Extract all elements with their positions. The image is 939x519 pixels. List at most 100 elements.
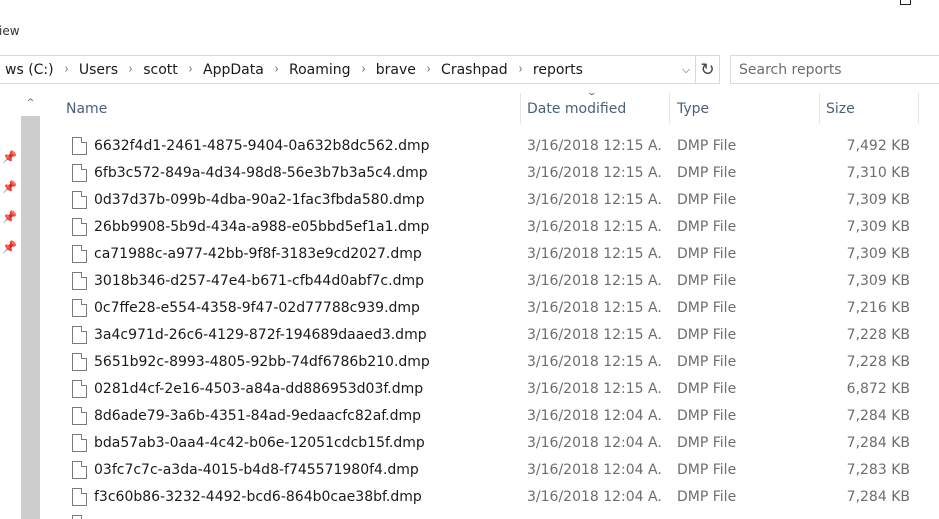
file-type: DMP File — [677, 381, 737, 397]
file-date-modified: 3/16/2018 12:04 A... — [527, 489, 662, 505]
file-icon — [72, 380, 87, 398]
file-name: 5651b92c-8993-4805-92bb-74df6786b210.dmp — [94, 354, 430, 370]
column-header-type[interactable]: Type — [671, 93, 819, 124]
file-name: 0281d4cf-2e16-4503-a84a-dd886953d03f.dmp — [94, 381, 424, 397]
file-icon — [72, 299, 87, 317]
file-size: 7,284 KB — [846, 489, 910, 505]
file-size: 7,310 KB — [846, 165, 910, 181]
file-row[interactable]: 8d6ade79-3a6b-4351-84ad-9edaacfc82af.dmp… — [60, 403, 920, 430]
file-size: 7,228 KB — [846, 327, 910, 343]
breadcrumb-roaming[interactable]: Roaming — [283, 62, 357, 78]
file-size: 7,492 KB — [846, 138, 910, 154]
file-date-modified: 3/16/2018 12:15 A... — [527, 246, 662, 262]
breadcrumb-drive[interactable]: ws (C:) — [0, 62, 60, 78]
column-header-date-modified[interactable]: Date modified — [521, 93, 669, 124]
ribbon-tab-view[interactable]: iew — [0, 24, 20, 38]
file-row[interactable]: 03fc7c7c-a3da-4015-b4d8-f745571980f4.dmp… — [60, 457, 920, 484]
file-date-modified: 3/16/2018 12:04 A... — [527, 462, 662, 478]
file-date-modified: 3/16/2018 12:15 A... — [527, 354, 662, 370]
file-type: DMP File — [677, 435, 737, 451]
file-date-modified: 3/16/2018 12:15 A... — [527, 300, 662, 316]
file-explorer-window: iew ws (C:) › Users › scott › AppData › … — [0, 0, 939, 519]
file-name: 26bb9908-5b9d-434a-a988-e05bbd5ef1a1.dmp — [94, 219, 430, 235]
refresh-icon[interactable]: ↻ — [695, 56, 719, 83]
file-date-modified: 3/16/2018 12:15 A... — [527, 381, 662, 397]
search-box[interactable] — [730, 55, 939, 84]
file-name: 3a4c971d-26c6-4129-872f-194689daaed3.dmp — [94, 327, 427, 343]
ribbon: iew — [0, 0, 939, 50]
breadcrumb-appdata[interactable]: AppData — [197, 62, 270, 78]
file-icon — [72, 326, 87, 344]
file-row[interactable]: 0c7ffe28-e554-4358-9f47-02d77788c939.dmp… — [60, 295, 920, 322]
breadcrumb-brave[interactable]: brave — [370, 62, 422, 78]
file-name: 0c7ffe28-e554-4358-9f47-02d77788c939.dmp — [94, 300, 420, 316]
file-name: 0d37d37b-099b-4dba-90a2-1fac3fbda580.dmp — [94, 192, 425, 208]
pin-icon[interactable]: 📌 — [2, 240, 17, 254]
file-row[interactable]: 6fb3c572-849a-4d34-98d8-56e3b7b3a5c4.dmp… — [60, 160, 920, 187]
file-size: 7,284 KB — [846, 408, 910, 424]
breadcrumb-separator-icon[interactable]: › — [62, 62, 71, 77]
file-date-modified: 3/16/2018 12:15 A... — [527, 192, 662, 208]
address-bar[interactable]: ws (C:) › Users › scott › AppData › Roam… — [0, 55, 720, 84]
file-type: DMP File — [677, 192, 737, 208]
file-date-modified: 3/16/2018 12:15 A... — [527, 165, 662, 181]
breadcrumb-separator-icon[interactable]: › — [126, 62, 135, 77]
breadcrumb-users[interactable]: Users — [73, 62, 124, 78]
file-type: DMP File — [677, 462, 737, 478]
file-icon — [72, 272, 87, 290]
file-size: 7,228 KB — [846, 354, 910, 370]
column-divider[interactable] — [918, 93, 919, 124]
breadcrumb-separator-icon[interactable]: › — [186, 62, 195, 77]
scroll-up-icon[interactable]: ^ — [21, 92, 40, 114]
file-icon — [72, 515, 87, 519]
file-row[interactable]: 0d37d37b-099b-4dba-90a2-1fac3fbda580.dmp… — [60, 187, 920, 214]
file-name: 8d6ade79-3a6b-4351-84ad-9edaacfc82af.dmp — [94, 408, 422, 424]
file-row[interactable]: f3c60b86-3232-4492-bcd6-864b0cae38bf.dmp… — [60, 484, 920, 511]
file-row[interactable] — [60, 511, 920, 519]
file-row[interactable]: bda57ab3-0aa4-4c42-b06e-12051cdcb15f.dmp… — [60, 430, 920, 457]
search-input[interactable] — [731, 56, 939, 83]
breadcrumb-scott[interactable]: scott — [137, 62, 184, 78]
file-type: DMP File — [677, 489, 737, 505]
file-date-modified: 3/16/2018 12:15 A... — [527, 327, 662, 343]
file-row[interactable]: 5651b92c-8993-4805-92bb-74df6786b210.dmp… — [60, 349, 920, 376]
file-row[interactable]: ca71988c-a977-42bb-9f8f-3183e9cd2027.dmp… — [60, 241, 920, 268]
file-icon — [72, 245, 87, 263]
breadcrumb-reports[interactable]: reports — [527, 62, 589, 78]
breadcrumb-separator-icon[interactable]: › — [424, 62, 433, 77]
file-size: 7,309 KB — [846, 273, 910, 289]
file-name: 6632f4d1-2461-4875-9404-0a632b8dc562.dmp — [94, 138, 430, 154]
file-row[interactable]: 6632f4d1-2461-4875-9404-0a632b8dc562.dmp… — [60, 133, 920, 160]
file-name: 3018b346-d257-47e4-b671-cfb44d0abf7c.dmp — [94, 273, 424, 289]
window-control-icon[interactable] — [900, 0, 911, 5]
file-type: DMP File — [677, 273, 737, 289]
breadcrumb-crashpad[interactable]: Crashpad — [435, 62, 514, 78]
breadcrumb-separator-icon[interactable]: › — [272, 62, 281, 77]
file-icon — [72, 191, 87, 209]
file-name: f3c60b86-3232-4492-bcd6-864b0cae38bf.dmp — [94, 489, 422, 505]
file-size: 7,309 KB — [846, 219, 910, 235]
file-size: 7,283 KB — [846, 462, 910, 478]
breadcrumb-separator-icon[interactable]: › — [516, 62, 525, 77]
file-date-modified: 3/16/2018 12:15 A... — [527, 219, 662, 235]
file-type: DMP File — [677, 408, 737, 424]
column-divider[interactable] — [669, 93, 670, 124]
column-header-name[interactable]: Name — [60, 93, 520, 124]
file-row[interactable]: 3a4c971d-26c6-4129-872f-194689daaed3.dmp… — [60, 322, 920, 349]
file-row[interactable]: 0281d4cf-2e16-4503-a84a-dd886953d03f.dmp… — [60, 376, 920, 403]
file-row[interactable]: 3018b346-d257-47e4-b671-cfb44d0abf7c.dmp… — [60, 268, 920, 295]
breadcrumb-separator-icon[interactable]: › — [358, 62, 367, 77]
file-icon — [72, 218, 87, 236]
pin-icon[interactable]: 📌 — [2, 210, 17, 224]
file-row[interactable]: 26bb9908-5b9d-434a-a988-e05bbd5ef1a1.dmp… — [60, 214, 920, 241]
column-header-size[interactable]: Size — [820, 93, 918, 124]
file-type: DMP File — [677, 300, 737, 316]
address-dropdown-icon[interactable]: ⌵ — [677, 59, 695, 81]
file-name: ca71988c-a977-42bb-9f8f-3183e9cd2027.dmp — [94, 246, 422, 262]
pin-icon[interactable]: 📌 — [2, 150, 17, 164]
file-icon — [72, 164, 87, 182]
pin-icon[interactable]: 📌 — [2, 180, 17, 194]
file-icon — [72, 488, 87, 506]
nav-scrollbar-thumb[interactable] — [21, 116, 40, 519]
file-type: DMP File — [677, 246, 737, 262]
